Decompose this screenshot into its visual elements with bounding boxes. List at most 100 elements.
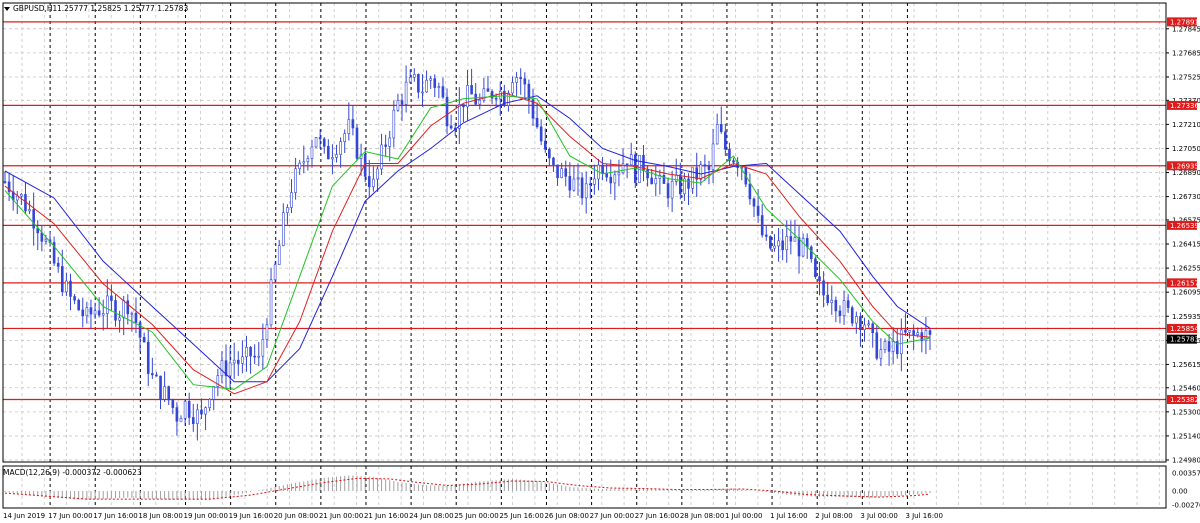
candle-body (564, 168, 568, 177)
candle-body (810, 246, 813, 260)
candle-body (458, 104, 461, 129)
x-tick-label: 25 Jun 00:00 (454, 512, 498, 520)
level-price-tag-label: 1.27891 (1170, 18, 1199, 26)
candle-body (40, 232, 44, 242)
symbol-timeframe: GBPUSD,H1 (13, 4, 58, 13)
y-tick-label: 1.26415 (1172, 241, 1200, 249)
candle-body (687, 178, 690, 189)
x-tick-label: 2 Jul 08:00 (815, 512, 853, 520)
candle-body (769, 236, 772, 249)
candle-body (756, 205, 760, 216)
main-panel-frame (2, 2, 1167, 463)
candle-body (830, 299, 834, 303)
candle-body (437, 86, 441, 88)
candle-body (273, 264, 277, 280)
candle-body (327, 146, 330, 160)
candle-body (77, 299, 80, 311)
x-tick-label: 1 Jul 00:00 (725, 512, 763, 520)
candle-body (703, 164, 707, 167)
candle-body (85, 307, 89, 317)
candle-body (466, 85, 469, 108)
candle-body (339, 141, 342, 155)
candle-body (609, 176, 613, 184)
time-axis: 14 Jun 2019 17 Jun 00:00 17 Jun 16:00 18 Ju… (3, 512, 943, 520)
candle-body (241, 356, 244, 364)
x-tick-label: 28 Jun 08:00 (680, 512, 724, 520)
trading-chart[interactable]: 1.278451.276851.275251.273701.272101.270… (0, 0, 1200, 523)
candle-body (322, 138, 326, 147)
candle-body (871, 323, 874, 334)
candle-body (863, 324, 866, 331)
candle-body (535, 117, 539, 128)
candle-body (666, 183, 670, 199)
y-tick-label: 1.27845 (1172, 25, 1200, 33)
candle-body (408, 76, 412, 83)
triangle-down-icon[interactable] (4, 7, 10, 11)
candle-body (875, 332, 879, 359)
candle-body (650, 177, 653, 185)
candle-body (928, 330, 932, 335)
candle-body (605, 173, 608, 178)
candle-body (392, 109, 396, 139)
candle-body (519, 77, 523, 79)
candle-body (204, 407, 207, 415)
candle-body (277, 245, 281, 265)
candle-body (507, 92, 510, 106)
grid (3, 3, 1166, 508)
candle-body (838, 310, 842, 316)
candle-body (474, 93, 477, 105)
candle-body (822, 280, 825, 296)
candle-body (142, 337, 146, 343)
chart-frame (2, 2, 1167, 509)
price-axis: 1.278451.276851.275251.273701.272101.270… (1166, 25, 1200, 510)
candle-body (257, 355, 261, 358)
candle-body (81, 309, 85, 317)
candle-body (764, 234, 768, 237)
candle-body (253, 355, 256, 358)
y-tick-label: 1.26255 (1172, 265, 1200, 273)
x-tick-label: 1 Jul 16:00 (770, 512, 808, 520)
candle-body (777, 240, 780, 247)
y-tick-label: 1.27685 (1172, 49, 1200, 57)
candle-body (674, 174, 678, 182)
y-tick-label: 1.25460 (1172, 384, 1200, 392)
candle-body (494, 97, 498, 100)
candle-body (208, 399, 211, 408)
candle-body (335, 154, 338, 158)
candle-body (118, 317, 121, 321)
candle-body (613, 174, 617, 184)
candle-body (183, 401, 187, 419)
candle-body (826, 294, 829, 303)
candle-body (318, 137, 322, 140)
candle-body (699, 164, 703, 180)
horizontal-levels[interactable] (3, 21, 1166, 401)
ohlc-values: 1.25777 1.25825 1.25777 1.25783 (57, 4, 188, 13)
x-tick-label: 20 Jun 08:00 (274, 512, 318, 520)
candle-body (343, 133, 347, 142)
candle-body (511, 82, 514, 94)
candle-body (797, 237, 801, 257)
level-price-tag-label: 1.26935 (1170, 162, 1199, 170)
candle-body (568, 176, 572, 191)
candle-body (576, 177, 580, 180)
candle-body (122, 300, 125, 319)
candle-body (543, 140, 547, 150)
candle-body (752, 198, 756, 207)
candle-body (236, 359, 240, 364)
candle-body (380, 144, 383, 170)
candle-body (249, 347, 252, 357)
candle-body (355, 127, 359, 159)
candle-body (539, 126, 543, 142)
candle-body (883, 341, 887, 351)
candle-body (425, 79, 428, 93)
candle-body (748, 183, 752, 200)
candle-body (20, 194, 23, 197)
candle-body (421, 91, 424, 94)
candle-body (351, 119, 355, 129)
candle-body (887, 341, 891, 352)
x-tick-label: 3 Jul 16:00 (905, 512, 943, 520)
candle-body (908, 330, 911, 333)
candle-body (617, 172, 621, 176)
x-tick-label: 27 Jun 00:00 (590, 512, 634, 520)
candle-body (486, 88, 490, 92)
